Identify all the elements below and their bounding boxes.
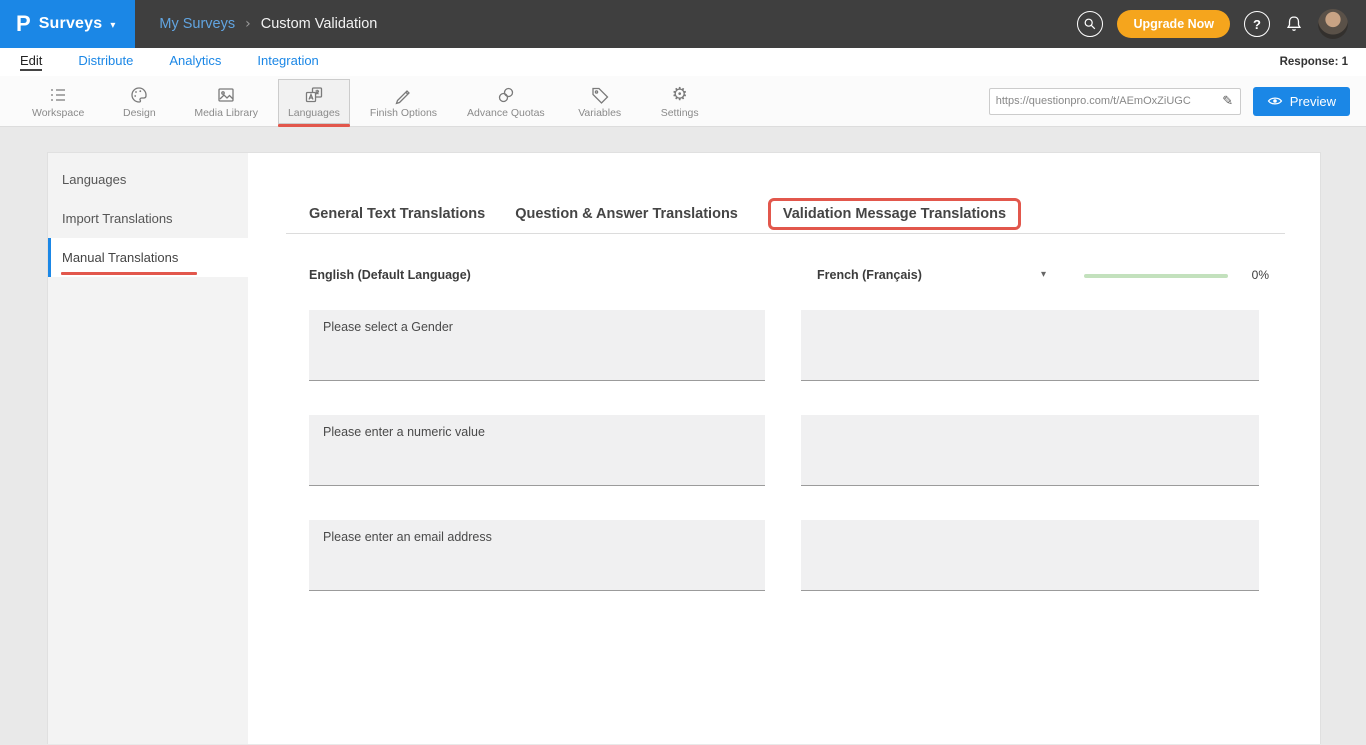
toolbar-item-label: Advance Quotas xyxy=(467,107,545,119)
language-columns-header: English (Default Language) French (Franç… xyxy=(286,268,1285,284)
target-language-dropdown[interactable]: French (Français) xyxy=(817,268,922,282)
source-language-header: English (Default Language) xyxy=(309,268,765,284)
translations-panel: General Text Translations Question & Ans… xyxy=(248,153,1320,744)
breadcrumb: My Surveys › Custom Validation xyxy=(159,16,377,32)
settings-icon: ⚙ xyxy=(672,83,688,106)
app-logo[interactable]: P Surveys ▾ xyxy=(0,0,135,48)
translation-row: Please enter an email address xyxy=(286,520,1285,591)
source-text: Please enter a numeric value xyxy=(309,415,765,486)
target-text-input[interactable] xyxy=(801,415,1259,486)
toolbar-item-label: Workspace xyxy=(32,107,84,119)
tab-general-text-translations[interactable]: General Text Translations xyxy=(309,201,485,227)
eye-icon xyxy=(1267,95,1283,107)
edit-url-pencil-icon[interactable]: ✎ xyxy=(1216,94,1240,109)
toolbar-item-label: Settings xyxy=(661,107,699,119)
toolbar-item-label: Finish Options xyxy=(370,107,437,119)
tab-analytics[interactable]: Analytics xyxy=(169,53,221,71)
design-icon xyxy=(128,83,150,106)
toolbar-items: Workspace Design Media Library Languages xyxy=(22,79,715,124)
nav-tabs: Edit Distribute Analytics Integration xyxy=(20,53,319,71)
tab-integration[interactable]: Integration xyxy=(257,53,318,71)
toolbar-item-label: Variables xyxy=(578,107,621,119)
preview-button-label: Preview xyxy=(1290,94,1336,109)
breadcrumb-current: Custom Validation xyxy=(261,16,378,32)
toolbar-item-variables[interactable]: Variables xyxy=(565,79,635,124)
toolbar-item-label: Design xyxy=(123,107,156,119)
sidebar-item-manual-translations[interactable]: Manual Translations xyxy=(48,238,248,277)
chevron-down-icon: ▾ xyxy=(110,20,115,31)
workspace-icon xyxy=(47,83,69,106)
target-language-header: French (Français) ▾ 0% xyxy=(801,268,1259,284)
translation-row: Please select a Gender xyxy=(286,310,1285,381)
survey-nav-bar: Edit Distribute Analytics Integration Re… xyxy=(0,48,1366,76)
toolbar-item-finish-options[interactable]: Finish Options xyxy=(360,79,447,124)
advance-quotas-icon xyxy=(495,83,517,106)
top-header: P Surveys ▾ My Surveys › Custom Validati… xyxy=(0,0,1366,48)
languages-card: Languages Import Translations Manual Tra… xyxy=(47,152,1321,744)
source-text: Please select a Gender xyxy=(309,310,765,381)
avatar[interactable] xyxy=(1318,9,1348,39)
edit-toolbar: Workspace Design Media Library Languages xyxy=(0,76,1366,127)
breadcrumb-my-surveys[interactable]: My Surveys xyxy=(159,16,235,32)
preview-button[interactable]: Preview xyxy=(1253,87,1350,116)
tab-edit[interactable]: Edit xyxy=(20,53,42,71)
translation-row: Please enter a numeric value xyxy=(286,415,1285,486)
media-library-icon xyxy=(215,83,237,106)
toolbar-item-media-library[interactable]: Media Library xyxy=(184,79,268,124)
chevron-down-icon[interactable]: ▾ xyxy=(1041,269,1046,280)
annotation-underline-languages xyxy=(278,124,350,127)
help-icon[interactable]: ? xyxy=(1244,11,1270,37)
target-text-input[interactable] xyxy=(801,520,1259,591)
sidebar-item-languages[interactable]: Languages xyxy=(48,160,248,199)
toolbar-item-workspace[interactable]: Workspace xyxy=(22,79,94,124)
translation-progress-percent: 0% xyxy=(1252,268,1269,282)
response-count: Response: 1 xyxy=(1280,56,1348,68)
toolbar-item-settings[interactable]: ⚙ Settings xyxy=(645,79,715,124)
tab-validation-message-translations[interactable]: Validation Message Translations xyxy=(768,198,1021,230)
variables-icon xyxy=(589,83,611,106)
tab-distribute[interactable]: Distribute xyxy=(78,53,133,71)
notifications-bell-icon[interactable] xyxy=(1284,14,1304,34)
annotation-underline-manual-translations xyxy=(61,272,197,275)
target-text-input[interactable] xyxy=(801,310,1259,381)
sidebar-item-import-translations[interactable]: Import Translations xyxy=(48,199,248,238)
upgrade-now-button[interactable]: Upgrade Now xyxy=(1117,10,1230,38)
questionpro-logo-icon: P xyxy=(16,13,31,35)
toolbar-item-design[interactable]: Design xyxy=(104,79,174,124)
search-icon[interactable] xyxy=(1077,11,1103,37)
translation-tabs: General Text Translations Question & Ans… xyxy=(286,199,1285,229)
tab-question-answer-translations[interactable]: Question & Answer Translations xyxy=(515,201,738,227)
content-area: Languages Import Translations Manual Tra… xyxy=(0,127,1366,744)
languages-icon xyxy=(303,83,325,106)
app-name: Surveys xyxy=(39,15,103,33)
toolbar-right: ✎ Preview xyxy=(989,87,1350,116)
tabs-divider xyxy=(286,233,1285,234)
survey-url-input[interactable] xyxy=(990,95,1216,107)
survey-url-box: ✎ xyxy=(989,88,1241,115)
finish-options-icon xyxy=(392,83,414,106)
breadcrumb-separator-icon: › xyxy=(245,16,251,32)
toolbar-item-label: Media Library xyxy=(194,107,258,119)
header-actions: Upgrade Now ? xyxy=(1077,9,1366,39)
source-text: Please enter an email address xyxy=(309,520,765,591)
toolbar-item-advance-quotas[interactable]: Advance Quotas xyxy=(457,79,555,124)
toolbar-item-languages[interactable]: Languages xyxy=(278,79,350,124)
languages-sidebar: Languages Import Translations Manual Tra… xyxy=(48,153,248,744)
sidebar-item-label: Manual Translations xyxy=(62,250,178,265)
toolbar-item-label: Languages xyxy=(288,107,340,119)
translation-progress-bar xyxy=(1084,274,1228,278)
